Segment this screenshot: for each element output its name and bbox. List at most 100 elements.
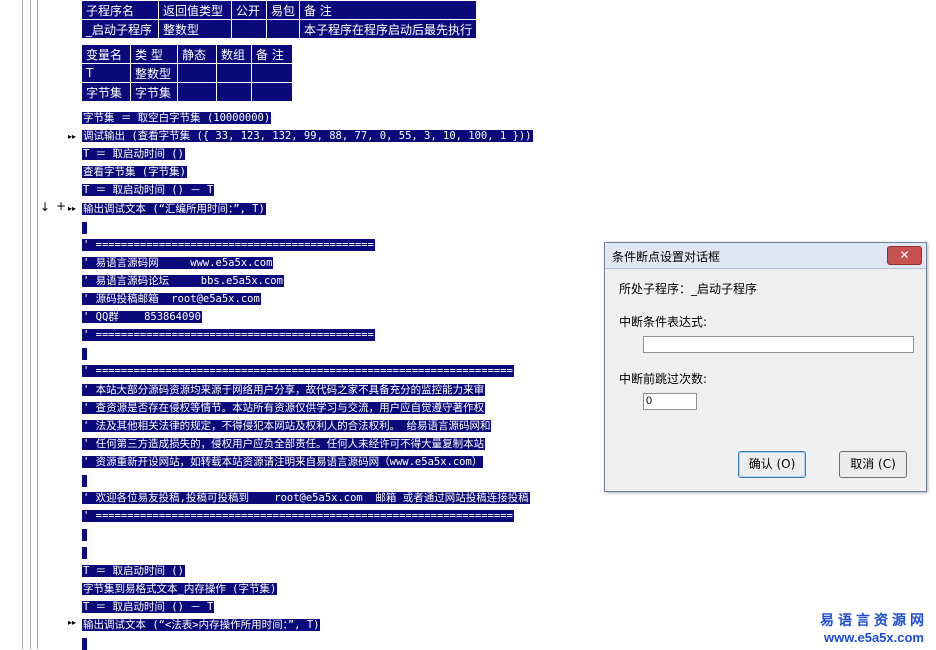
code-line[interactable]: 查看字节集 (字节集) bbox=[82, 164, 187, 181]
table-header-cell: 子程序名 bbox=[81, 0, 159, 20]
expand-marker-icon[interactable]: ▸▸ bbox=[68, 618, 76, 627]
code-line[interactable]: ' 查资源是否存在侵权等情节。本站所有资源仅供学习与交流，用户应自觉遵守著作权 bbox=[82, 400, 486, 417]
code-line-text: T ＝ 取启动时间 () bbox=[82, 148, 185, 160]
code-line[interactable]: 输出调试文本 (“汇编所用时间：”, T) bbox=[82, 201, 266, 218]
table-cell[interactable] bbox=[251, 63, 293, 83]
conditional-breakpoint-dialog: 条件断点设置对话框 ✕ 所处子程序：_启动子程序 中断条件表达式: 中断前跳过次… bbox=[604, 242, 927, 492]
code-line-text: ' ======================================… bbox=[82, 239, 375, 251]
code-line[interactable]: T ＝ 取启动时间 () bbox=[82, 146, 185, 163]
table-cell[interactable] bbox=[251, 82, 293, 102]
table-header-cell: 数组 bbox=[216, 44, 252, 64]
table-cell[interactable] bbox=[216, 63, 252, 83]
gutter-divider bbox=[22, 0, 23, 649]
code-line-text: 调试输出 (查看字节集 ({ 33, 123, 132, 99, 88, 77,… bbox=[82, 130, 533, 142]
cancel-button[interactable]: 取消 (C) bbox=[839, 451, 907, 478]
code-line-text: ' 任何第三方造成损失的，侵权用户应负全部责任。任何人未经许可不得大量复制本站 bbox=[82, 438, 486, 450]
table-cell[interactable] bbox=[177, 82, 217, 102]
code-line-text: ' 易语言源码网 www.e5a5x.com bbox=[82, 257, 274, 269]
table-row[interactable]: 字节集 字节集 bbox=[81, 82, 293, 102]
code-line[interactable]: ' 源码投稿邮箱 root@e5a5x.com bbox=[82, 291, 261, 308]
code-line[interactable]: T ＝ 取启动时间 () bbox=[82, 563, 185, 580]
dialog-titlebar[interactable]: 条件断点设置对话框 ✕ bbox=[605, 243, 926, 269]
table-cell[interactable]: _启动子程序 bbox=[81, 19, 159, 39]
code-line[interactable]: 字节集 ＝ 取空白字节集 (10000000) bbox=[82, 110, 272, 127]
table-row[interactable]: T 整数型 bbox=[81, 63, 293, 83]
table-header-cell: 返回值类型 bbox=[158, 0, 232, 20]
code-line[interactable]: ' 法及其他相关法律的规定，不得侵犯本网站及权利人的合法权利。 给易语言源码网和 bbox=[82, 418, 492, 435]
empty-code-line[interactable] bbox=[82, 222, 87, 234]
code-line[interactable]: ' ======================================… bbox=[82, 327, 375, 344]
table-header-cell: 类 型 bbox=[130, 44, 178, 64]
code-line-text: T ＝ 取启动时间 () bbox=[82, 565, 185, 577]
skip-count-label: 中断前跳过次数: bbox=[619, 372, 708, 386]
empty-code-line[interactable] bbox=[82, 348, 87, 360]
expand-marker-icon[interactable]: ▸▸ bbox=[68, 204, 76, 213]
code-line[interactable]: ' 欢迎各位易友投稿,投稿可投稿到 root@e5a5x.com 邮箱 或者通过… bbox=[82, 490, 530, 507]
empty-code-line[interactable] bbox=[82, 547, 87, 559]
table-header-cell: 备 注 bbox=[299, 0, 478, 20]
code-line[interactable]: 输出调试文本 (“<法表>内存操作所用时间：”, T) bbox=[82, 617, 321, 634]
code-line[interactable]: ' 本站大部分源码资源均来源于网络用户分享，故代码之家不具备充分的监控能力来审 bbox=[82, 382, 486, 399]
table-cell[interactable]: T bbox=[81, 63, 131, 83]
code-line-text: 字节集 ＝ 取空白字节集 (10000000) bbox=[82, 112, 272, 124]
table-cell[interactable] bbox=[177, 63, 217, 83]
code-line[interactable]: ' ======================================… bbox=[82, 363, 514, 380]
table-cell[interactable]: 字节集 bbox=[81, 82, 131, 102]
watermark-url: www.e5a5x.com bbox=[824, 630, 924, 645]
code-line[interactable]: ' QQ群 853864090 bbox=[82, 309, 202, 326]
code-line-text: 字节集到易格式文本_内存操作 (字节集) bbox=[82, 583, 278, 595]
table-cell[interactable]: 整数型 bbox=[158, 19, 232, 39]
table-cell[interactable]: 字节集 bbox=[130, 82, 178, 102]
code-line-text: ' 本站大部分源码资源均来源于网络用户分享，故代码之家不具备充分的监控能力来审 bbox=[82, 384, 486, 396]
table-cell[interactable] bbox=[216, 82, 252, 102]
code-line[interactable]: T ＝ 取启动时间 () － T bbox=[82, 182, 215, 199]
code-line-text: ' 查资源是否存在侵权等情节。本站所有资源仅供学习与交流，用户应自觉遵守著作权 bbox=[82, 402, 486, 414]
code-line[interactable]: ' ======================================… bbox=[82, 508, 514, 525]
code-line[interactable]: ' 资源重新开设网站，如转载本站资源请注明来自易语言源码网（www.e5a5x.… bbox=[82, 454, 484, 471]
code-line[interactable]: ' 易语言源码网 www.e5a5x.com bbox=[82, 255, 274, 272]
code-line-text: T ＝ 取启动时间 () － T bbox=[82, 601, 215, 613]
condition-label: 中断条件表达式: bbox=[619, 315, 708, 329]
code-line[interactable]: ' 任何第三方造成损失的，侵权用户应负全部责任。任何人未经许可不得大量复制本站 bbox=[82, 436, 486, 453]
code-line-text: 输出调试文本 (“<法表>内存操作所用时间：”, T) bbox=[82, 619, 321, 631]
code-line-text: 查看字节集 (字节集) bbox=[82, 166, 187, 178]
table-header-cell: 静态 bbox=[177, 44, 217, 64]
code-line-text: ' ======================================… bbox=[82, 329, 375, 341]
code-line[interactable]: 字节集到易格式文本_内存操作 (字节集) bbox=[82, 581, 278, 598]
table-header-cell: 公开 bbox=[231, 0, 267, 20]
table-header-row: 子程序名 返回值类型 公开 易包 备 注 bbox=[81, 0, 478, 20]
skip-count-input[interactable]: 0 bbox=[643, 393, 697, 410]
code-line[interactable]: ' 易语言源码论坛 bbs.e5a5x.com bbox=[82, 273, 284, 290]
step-arrow-icon: ↓ bbox=[40, 200, 51, 214]
empty-code-line[interactable] bbox=[82, 529, 87, 541]
code-line[interactable]: 调试输出 (查看字节集 ({ 33, 123, 132, 99, 88, 77,… bbox=[82, 128, 533, 145]
table-cell[interactable] bbox=[231, 19, 267, 39]
code-line[interactable]: T ＝ 取启动时间 () － T bbox=[82, 599, 215, 616]
code-line-text: ' ======================================… bbox=[82, 510, 514, 522]
ok-button[interactable]: 确认 (O) bbox=[738, 451, 806, 478]
site-watermark: 易语言资源网 www.e5a5x.com bbox=[820, 610, 928, 645]
condition-input[interactable] bbox=[643, 336, 914, 353]
variable-table: 变量名 类 型 静态 数组 备 注 T 整数型 字节集 字节集 bbox=[81, 44, 293, 102]
close-icon[interactable]: ✕ bbox=[887, 246, 922, 265]
gutter-divider bbox=[37, 0, 38, 649]
table-header-cell: 易包 bbox=[265, 0, 301, 20]
table-cell[interactable] bbox=[265, 19, 301, 39]
table-cell[interactable]: 整数型 bbox=[130, 63, 178, 83]
dialog-title: 条件断点设置对话框 bbox=[612, 250, 721, 264]
table-header-cell: 变量名 bbox=[81, 44, 131, 64]
watermark-title: 易语言资源网 bbox=[820, 613, 928, 629]
code-line[interactable]: ' ======================================… bbox=[82, 237, 375, 254]
gutter-divider bbox=[30, 0, 31, 649]
subprogram-label: 所处子程序：_启动子程序 bbox=[619, 282, 758, 296]
table-row[interactable]: _启动子程序 整数型 本子程序在程序启动后最先执行 bbox=[81, 19, 478, 39]
breakpoint-plus-icon[interactable]: + bbox=[56, 199, 66, 213]
empty-code-line[interactable] bbox=[82, 475, 87, 487]
expand-marker-icon[interactable]: ▸▸ bbox=[68, 132, 76, 141]
code-line-text: T ＝ 取启动时间 () － T bbox=[82, 184, 215, 196]
table-cell[interactable]: 本子程序在程序启动后最先执行 bbox=[299, 19, 478, 39]
code-line-text: ' 欢迎各位易友投稿,投稿可投稿到 root@e5a5x.com 邮箱 或者通过… bbox=[82, 492, 530, 504]
table-header-row: 变量名 类 型 静态 数组 备 注 bbox=[81, 44, 293, 64]
code-line-text: ' 易语言源码论坛 bbs.e5a5x.com bbox=[82, 275, 284, 287]
empty-code-line[interactable] bbox=[82, 638, 87, 650]
